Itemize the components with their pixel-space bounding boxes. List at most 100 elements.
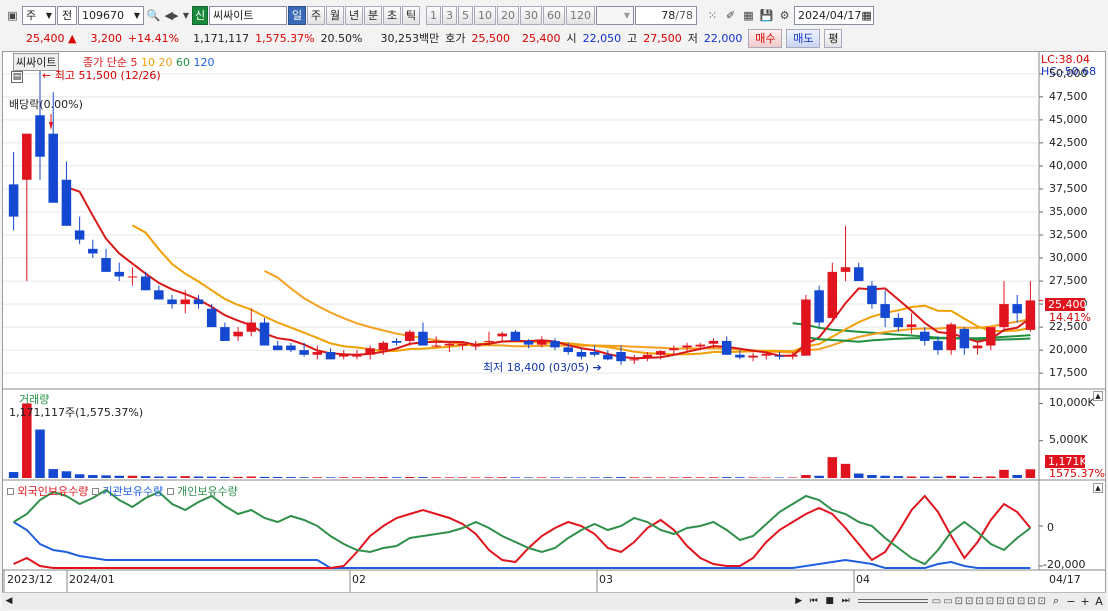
period-tick-button[interactable]: 틱	[402, 5, 420, 25]
period-minute-button[interactable]: 분	[364, 5, 382, 25]
candle-body	[695, 344, 706, 347]
candle-body	[616, 351, 626, 362]
scroll-left-icon[interactable]: ◀	[2, 596, 16, 606]
candle-body	[312, 351, 323, 355]
candle-body	[946, 324, 956, 351]
chart-menu-icon[interactable]: ▤	[11, 71, 23, 83]
period-day-button[interactable]: 일	[288, 5, 306, 25]
custom-interval-select[interactable]: ▼	[596, 5, 634, 25]
candle-body	[35, 115, 45, 157]
volume-bar	[405, 477, 415, 478]
volume-bar	[893, 476, 904, 478]
volume-bar	[682, 477, 692, 478]
candle-body	[484, 340, 494, 342]
draw-tool-icon[interactable]: ✐	[722, 6, 739, 25]
volume-bar	[867, 475, 877, 478]
interval-60-button[interactable]: 60	[543, 5, 565, 25]
candle-body	[365, 348, 375, 355]
period-second-button[interactable]: 초	[383, 5, 401, 25]
interval-30-button[interactable]: 30	[520, 5, 542, 25]
tool-icons[interactable]: ▭▭⊡⊡⊡⊡⊡⊡⊡⊡⊡	[932, 596, 1048, 607]
interval-3-button[interactable]: 3	[442, 5, 457, 25]
sound-icon[interactable]: ◀▸	[163, 6, 180, 25]
price-change-pct: +14.41%	[127, 31, 180, 45]
candle-body	[840, 267, 851, 272]
candle-body	[325, 351, 336, 360]
volume-bar	[312, 477, 323, 478]
candle-body	[391, 340, 402, 343]
interval-10-button[interactable]: 10	[474, 5, 496, 25]
window-layout-icon[interactable]: ▣	[4, 6, 21, 25]
bid-price: 25,400	[522, 31, 561, 45]
interval-20-button[interactable]: 20	[497, 5, 519, 25]
interval-120-button[interactable]: 120	[566, 5, 595, 25]
volume-bar	[761, 477, 772, 478]
candle-body	[576, 351, 587, 357]
stop-icon[interactable]: ■	[822, 596, 838, 606]
candle-body	[853, 267, 864, 282]
gear-icon[interactable]: ⚙	[776, 6, 793, 25]
panel-scroll-up-icon[interactable]: ▲	[1093, 391, 1103, 401]
volume-bar	[827, 457, 838, 478]
period-select[interactable]: 전	[57, 5, 77, 25]
volume-bar	[457, 477, 468, 478]
sell-button[interactable]: 매도	[786, 28, 821, 48]
buy-button[interactable]: 매수	[748, 28, 783, 48]
save-icon[interactable]: 💾	[758, 6, 775, 25]
candle-body	[1025, 300, 1036, 330]
quote-bar: 25,400 ▲ 3,200 +14.41% 1,171,117 1,575.3…	[2, 28, 843, 48]
zoom-slider[interactable]	[857, 599, 928, 603]
table-icon[interactable]: ▦	[740, 6, 757, 25]
text-icon[interactable]: A	[1092, 595, 1106, 608]
candle-body	[537, 340, 547, 345]
zoom-out-icon[interactable]: −	[1064, 595, 1078, 608]
candle-body	[867, 285, 877, 305]
average-button[interactable]: 평	[824, 28, 843, 48]
stock-code-input[interactable]: 109670 ▼	[78, 5, 144, 25]
volume-bar	[378, 477, 389, 478]
candle-body	[629, 359, 639, 361]
zoom-in-icon[interactable]: +	[1078, 595, 1092, 608]
market-select[interactable]: 주 ▼	[22, 5, 56, 25]
bottom-scrollbar[interactable]: ◀ ▶ ⏮ ■ ⏭ ▭▭⊡⊡⊡⊡⊡⊡⊡⊡⊡ ⌕ − + A	[2, 592, 1106, 609]
chevron-down-icon[interactable]: ▼	[181, 6, 191, 25]
volume-bar	[220, 476, 230, 478]
scroll-right-icon[interactable]: ▶	[792, 596, 806, 606]
volume-bar	[246, 476, 257, 478]
count-input[interactable]: 78/78	[635, 5, 697, 25]
low-label: 저	[687, 32, 698, 45]
candle-body	[180, 299, 191, 305]
candle-body	[8, 184, 19, 217]
first-icon[interactable]: ⏮	[806, 596, 822, 606]
volume-bar	[74, 474, 85, 478]
candle-body	[418, 331, 428, 346]
interval-1-button[interactable]: 1	[426, 5, 441, 25]
period-week-button[interactable]: 주	[307, 5, 325, 25]
new-badge: 신	[192, 5, 208, 25]
candle-body	[959, 328, 970, 349]
interval-5-button[interactable]: 5	[458, 5, 473, 25]
panel-scroll-up-icon-2[interactable]: ▲	[1093, 483, 1103, 493]
main-toolbar: ▣ 주 ▼ 전 109670 ▼ 🔍 ◀▸ ▼ 신 씨싸이트 일 주 월 년 분 초…	[4, 4, 875, 26]
grid-icon[interactable]: ⁙	[704, 6, 721, 25]
stock-chart[interactable]	[3, 52, 1105, 593]
volume-bar	[523, 477, 534, 478]
chart-area[interactable]: 씨싸이트 종가 단순 5 10 20 60 120 ▤ ← 최고 51,500 …	[2, 51, 1106, 594]
zoom-icon[interactable]: ⌕	[1048, 594, 1064, 608]
candle-body	[457, 343, 468, 346]
date-input[interactable]: 2024/04/17 ▦	[794, 5, 874, 25]
candle-body	[735, 354, 745, 358]
price-tick: 20,000	[1049, 343, 1088, 357]
volume-bar	[787, 477, 798, 478]
candle-body	[140, 276, 151, 291]
volume-bar	[576, 477, 587, 478]
period-month-button[interactable]: 월	[326, 5, 344, 25]
play-icon[interactable]: ⏭	[838, 596, 854, 606]
volume-bar	[801, 475, 811, 478]
low-price: 22,000	[703, 31, 743, 45]
candle-body	[338, 354, 349, 357]
period-year-button[interactable]: 년	[345, 5, 363, 25]
candle-body	[286, 345, 296, 351]
volume-bar	[959, 476, 970, 478]
search-icon[interactable]: 🔍	[145, 6, 162, 25]
